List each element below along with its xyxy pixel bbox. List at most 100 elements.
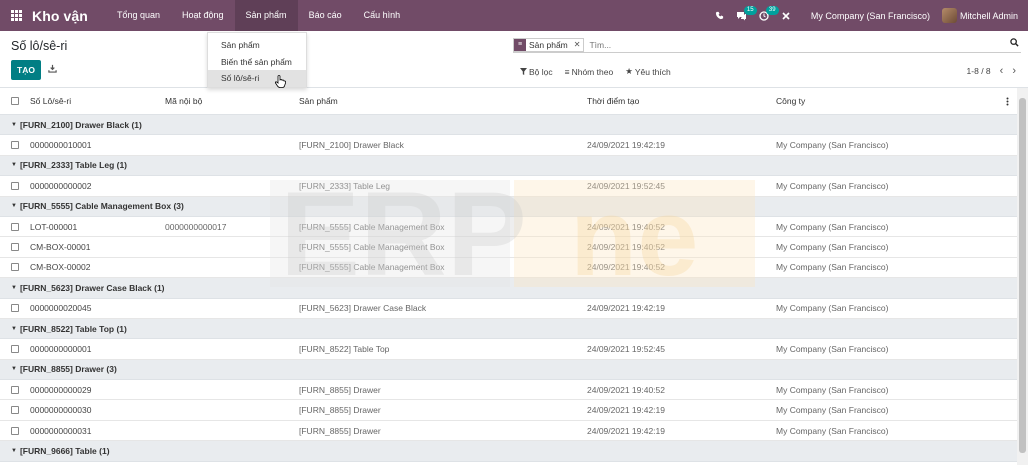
column-header-company[interactable]: Công ty xyxy=(776,88,805,114)
cell-company[interactable]: My Company (San Francisco) xyxy=(776,299,888,318)
cell-product[interactable]: [FURN_5555] Cable Management Box xyxy=(299,237,445,256)
table-row[interactable]: 0000000000030 [FURN_8855] Drawer 24/09/202… xyxy=(0,400,1017,421)
cell-product[interactable]: [FURN_8855] Drawer xyxy=(299,400,381,419)
row-checkbox[interactable] xyxy=(11,217,19,236)
cell-lot: 0000000020045 xyxy=(30,303,92,314)
search-facet-label: Sản phẩm xyxy=(529,39,568,50)
select-all-checkbox[interactable] xyxy=(11,88,19,114)
scrollbar-thumb[interactable] xyxy=(1019,98,1026,453)
cell-company[interactable]: My Company (San Francisco) xyxy=(776,380,888,399)
search-input[interactable] xyxy=(589,39,1021,50)
top-navbar: Kho vận Tổng quan Hoạt động Sản phẩm Báo… xyxy=(0,0,1028,31)
cell-product[interactable]: [FURN_8522] Table Top xyxy=(299,339,389,358)
row-checkbox[interactable] xyxy=(11,421,19,440)
cell-company[interactable]: My Company (San Francisco) xyxy=(776,217,888,236)
menu-operations[interactable]: Hoạt động xyxy=(171,0,235,31)
table-row[interactable]: CM-BOX-00002 [FURN_5555] Cable Management… xyxy=(0,258,1017,279)
cell-created-on: 24/09/2021 19:42:19 xyxy=(587,405,665,416)
group-row[interactable]: ▼ [FURN_5623] Drawer Case Black (1) xyxy=(0,278,1017,299)
cell-company[interactable]: My Company (San Francisco) xyxy=(776,176,888,195)
cell-lot: LOT-000001 xyxy=(30,221,78,232)
debug-tools-icon[interactable] xyxy=(775,0,797,31)
row-checkbox[interactable] xyxy=(11,176,19,195)
activity-clock-icon[interactable]: 39 xyxy=(753,0,779,31)
app-title[interactable]: Kho vận xyxy=(32,8,88,24)
table-row[interactable]: LOT-000001 0000000000017 [FURN_5555] Cable… xyxy=(0,217,1017,238)
row-checkbox[interactable] xyxy=(11,135,19,154)
cell-product[interactable]: [FURN_2100] Drawer Black xyxy=(299,135,404,154)
search-facet[interactable]: ≡ Sản phẩm ✕ xyxy=(513,37,585,52)
column-header-product[interactable]: Sản phẩm xyxy=(299,88,338,114)
row-checkbox[interactable] xyxy=(11,339,19,358)
cell-product[interactable]: [FURN_2333] Table Leg xyxy=(299,176,390,195)
row-checkbox[interactable] xyxy=(11,400,19,419)
dropdown-item-products[interactable]: Sản phẩm xyxy=(208,37,306,54)
cell-created-on: 24/09/2021 19:40:52 xyxy=(587,221,665,232)
chevron-left-icon[interactable]: ‹ xyxy=(1000,65,1004,76)
table-row[interactable]: 0000000000031 [FURN_8855] Drawer 24/09/202… xyxy=(0,421,1017,442)
group-by-icon: ≡ xyxy=(514,38,526,51)
row-checkbox[interactable] xyxy=(11,299,19,318)
column-header-lot[interactable]: Số Lô/sê-ri xyxy=(30,88,71,114)
menu-overview[interactable]: Tổng quan xyxy=(106,0,171,31)
phone-icon[interactable] xyxy=(709,0,731,31)
menu-configuration[interactable]: Cấu hình xyxy=(353,0,412,31)
cell-lot: CM-BOX-00002 xyxy=(30,262,91,273)
table-row[interactable]: 0000000020045 [FURN_5623] Drawer Case Bla… xyxy=(0,299,1017,319)
cell-company[interactable]: My Company (San Francisco) xyxy=(776,339,888,358)
star-icon: ★ xyxy=(625,66,633,76)
row-checkbox[interactable] xyxy=(11,237,19,256)
optional-columns-icon[interactable] xyxy=(1006,88,1009,114)
table-row[interactable]: 0000000000029 [FURN_8855] Drawer 24/09/202… xyxy=(0,380,1017,401)
cell-product[interactable]: [FURN_5555] Cable Management Box xyxy=(299,258,445,277)
column-header-internal-ref[interactable]: Mã nội bộ xyxy=(165,88,202,114)
company-switcher[interactable]: My Company (San Francisco) xyxy=(797,11,942,21)
apps-menu-icon[interactable] xyxy=(0,0,32,31)
chat-icon[interactable]: 15 xyxy=(731,0,757,31)
favorites-button[interactable]: ★ Yêu thích xyxy=(625,66,671,77)
table-row[interactable]: 0000000000002 [FURN_2333] Table Leg 24/09/… xyxy=(0,176,1017,197)
download-icon[interactable] xyxy=(47,64,57,74)
group-row[interactable]: ▼ [FURN_8522] Table Top (1) xyxy=(0,318,1017,340)
cell-company[interactable]: My Company (San Francisco) xyxy=(776,258,888,277)
dropdown-item-lots-serials[interactable]: Số lô/sê-ri xyxy=(208,70,306,87)
table-row[interactable]: 0000000010001 [FURN_2100] Drawer Black 24/… xyxy=(0,135,1017,156)
cell-product[interactable]: [FURN_5623] Drawer Case Black xyxy=(299,299,426,318)
cell-product[interactable]: [FURN_5555] Cable Management Box xyxy=(299,217,445,236)
group-row[interactable]: ▼ [FURN_2333] Table Leg (1) xyxy=(0,155,1017,177)
dropdown-item-product-variants[interactable]: Biến thể sản phẩm xyxy=(208,54,306,71)
menu-products[interactable]: Sản phẩm xyxy=(234,0,298,31)
table-row[interactable]: 0000000000001 [FURN_8522] Table Top 24/09/… xyxy=(0,339,1017,360)
cell-product[interactable]: [FURN_8855] Drawer xyxy=(299,380,381,399)
cell-company[interactable]: My Company (San Francisco) xyxy=(776,135,888,154)
create-button[interactable]: TẠO xyxy=(11,60,41,80)
filter-button[interactable]: Bộ lọc xyxy=(520,66,553,77)
scrollbar[interactable] xyxy=(1017,88,1028,465)
group-label: [FURN_5555] Cable Management Box (3) xyxy=(19,201,184,212)
group-label: [FURN_2333] Table Leg (1) xyxy=(19,160,128,171)
cell-company[interactable]: My Company (San Francisco) xyxy=(776,400,888,419)
group-row[interactable]: ▼ [FURN_9666] Table (1) xyxy=(0,441,1017,462)
row-checkbox[interactable] xyxy=(11,258,19,277)
page-title: Số lô/sê-ri xyxy=(11,39,68,53)
column-header-created-on[interactable]: Thời điểm tạo xyxy=(587,88,639,114)
cell-product[interactable]: [FURN_8855] Drawer xyxy=(299,421,381,440)
row-checkbox[interactable] xyxy=(11,380,19,399)
search-icon[interactable] xyxy=(1010,38,1019,50)
menu-reporting[interactable]: Báo cáo xyxy=(298,0,353,31)
groupby-label: Nhóm theo xyxy=(571,66,614,77)
group-row[interactable]: ▼ [FURN_2100] Drawer Black (1) xyxy=(0,115,1017,136)
group-row[interactable]: ▼ [FURN_8855] Drawer (3) xyxy=(0,359,1017,381)
table-row[interactable]: CM-BOX-00001 [FURN_5555] Cable Management… xyxy=(0,237,1017,258)
pager-value[interactable]: 1-8 / 8 xyxy=(967,66,991,76)
close-icon[interactable]: ✕ xyxy=(571,40,584,49)
cell-created-on: 24/09/2021 19:52:45 xyxy=(587,180,665,191)
user-menu[interactable]: Mitchell Admin xyxy=(941,8,1028,23)
caret-down-icon: ▼ xyxy=(11,447,17,454)
cell-company[interactable]: My Company (San Francisco) xyxy=(776,421,888,440)
cell-company[interactable]: My Company (San Francisco) xyxy=(776,237,888,256)
avatar xyxy=(941,8,957,23)
chevron-right-icon[interactable]: › xyxy=(1012,65,1016,76)
groupby-button[interactable]: ≡ Nhóm theo xyxy=(565,66,614,77)
group-row[interactable]: ▼ [FURN_5555] Cable Management Box (3) xyxy=(0,196,1017,217)
